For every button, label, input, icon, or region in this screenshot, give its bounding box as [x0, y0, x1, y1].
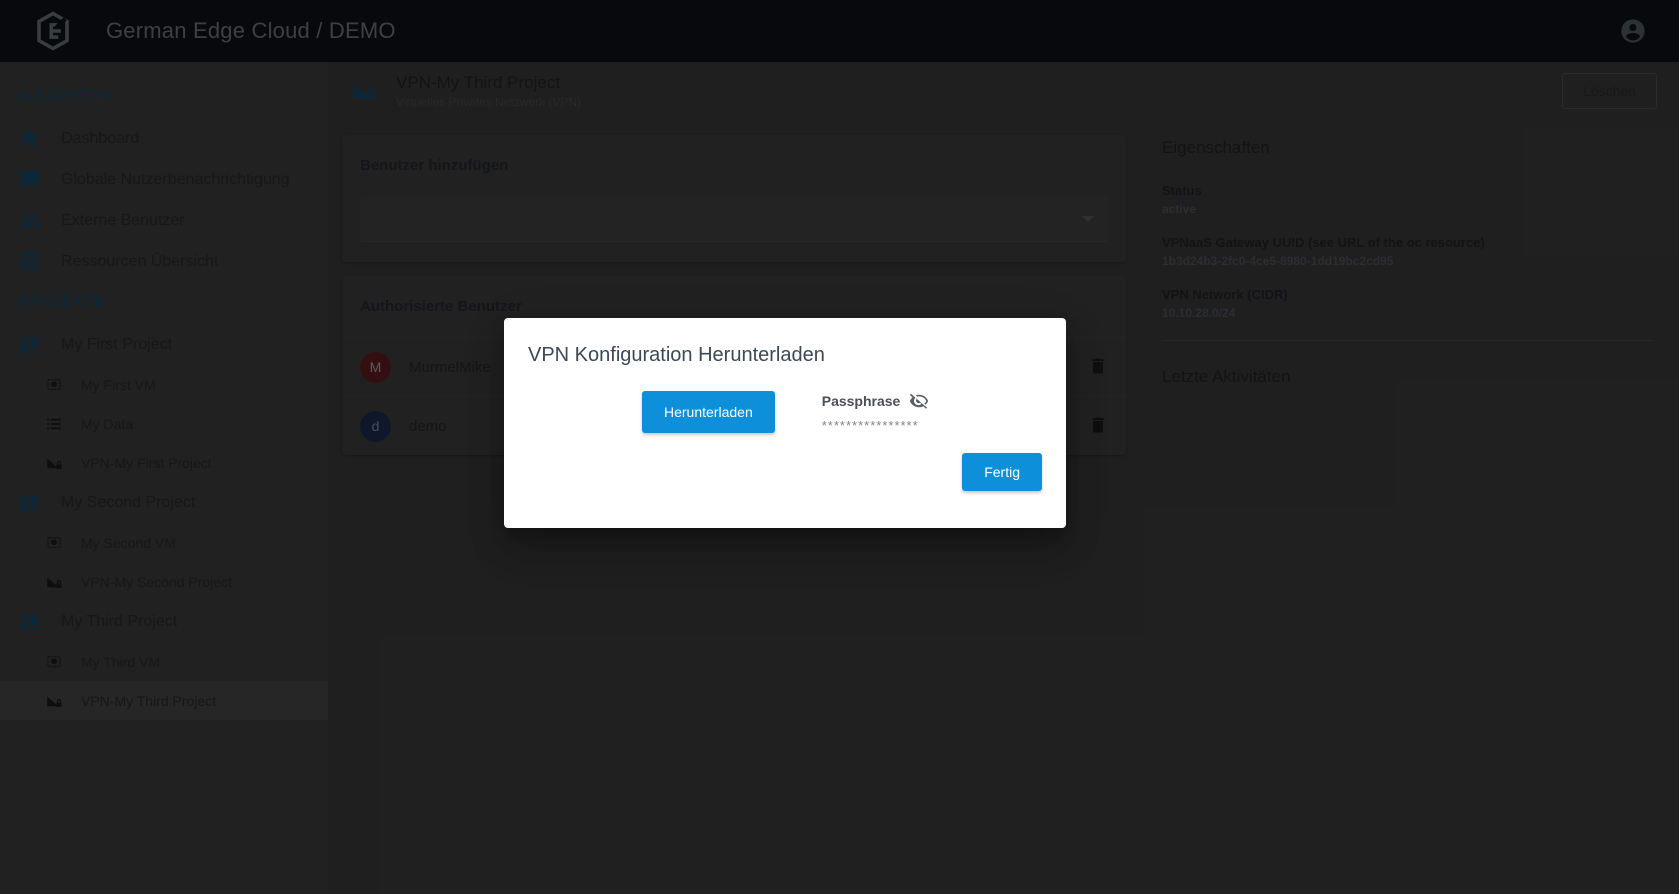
passphrase-label: Passphrase — [821, 393, 901, 409]
dialog-body: Herunterladen Passphrase ***************… — [528, 391, 1042, 433]
passphrase-block: Passphrase **************** — [822, 391, 930, 433]
eye-off-icon[interactable] — [909, 391, 929, 411]
passphrase-header: Passphrase — [822, 391, 930, 411]
done-button[interactable]: Fertig — [962, 453, 1042, 491]
passphrase-value: **************** — [821, 418, 919, 433]
dialog-title: VPN Konfiguration Herunterladen — [528, 344, 825, 366]
app-root: German Edge Cloud / DEMO ALLGEMEIN Dashb… — [0, 0, 1679, 894]
dialog-footer: Fertig — [528, 453, 1042, 491]
download-button[interactable]: Herunterladen — [642, 391, 775, 433]
vpn-config-download-dialog: VPN Konfiguration Herunterladen Herunter… — [504, 318, 1066, 528]
